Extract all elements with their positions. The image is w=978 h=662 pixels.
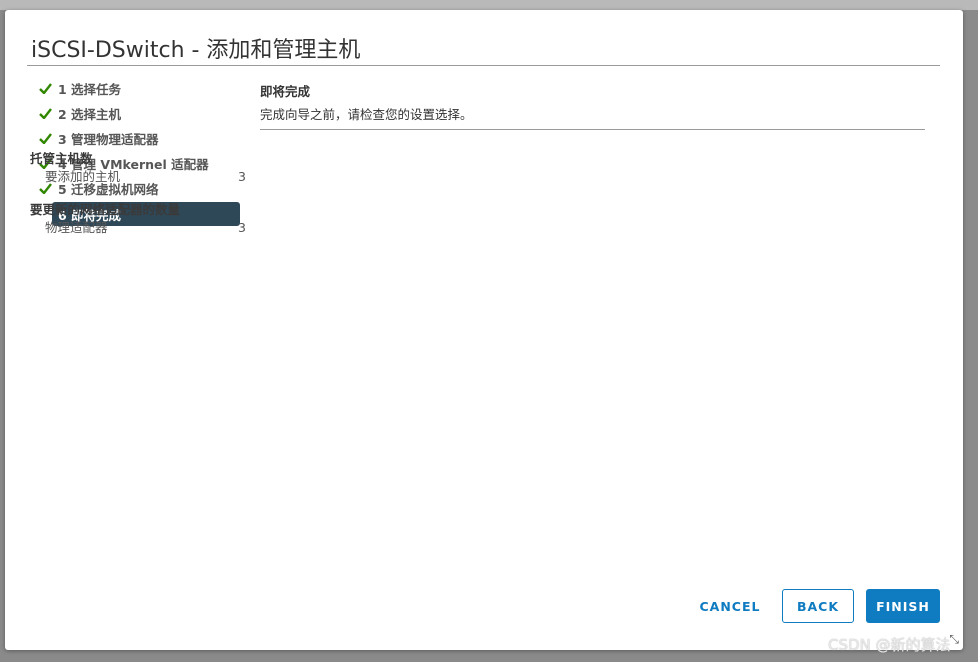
dialog-title: iSCSI-DSwitch - 添加和管理主机: [31, 38, 361, 63]
step-label: 2 选择主机: [58, 107, 122, 122]
check-icon: [35, 83, 55, 94]
group-title: 要更新的网络适配器的数量: [30, 202, 181, 217]
watermark: CSDN @新的算法: [828, 636, 951, 654]
summary-row: 要添加的主机 3: [30, 168, 246, 186]
back-button[interactable]: BACK: [782, 589, 854, 623]
summary-group-adapters: 要更新的网络适配器的数量 物理适配器 3: [30, 201, 246, 237]
section-subheading: 完成向导之前，请检查您的设置选择。: [260, 107, 473, 122]
wizard-dialog: iSCSI-DSwitch - 添加和管理主机 1 选择任务 2 选择主机 3 …: [5, 10, 963, 650]
summary-row: 物理适配器 3: [30, 219, 246, 237]
title-divider: [27, 65, 940, 66]
group-title: 托管主机数: [30, 151, 93, 166]
review-pane: 即将完成 完成向导之前，请检查您的设置选择。: [260, 82, 925, 130]
finish-button[interactable]: FINISH: [866, 589, 940, 623]
step-1[interactable]: 1 选择任务: [35, 76, 245, 101]
section-heading: 即将完成: [260, 84, 311, 99]
check-icon: [35, 133, 55, 144]
step-label: 3 管理物理适配器: [58, 132, 159, 147]
row-key: 要添加的主机: [45, 169, 121, 184]
check-icon: [35, 108, 55, 119]
step-label: 1 选择任务: [58, 82, 122, 97]
section-divider: [260, 129, 925, 130]
summary-group-hosts: 托管主机数 要添加的主机 3: [30, 150, 246, 186]
row-value: 3: [238, 220, 246, 235]
step-3[interactable]: 3 管理物理适配器: [35, 126, 245, 151]
cancel-button[interactable]: CANCEL: [695, 589, 765, 623]
background-app: [0, 0, 978, 10]
step-2[interactable]: 2 选择主机: [35, 101, 245, 126]
row-key: 物理适配器: [45, 220, 108, 235]
row-value: 3: [238, 169, 246, 184]
